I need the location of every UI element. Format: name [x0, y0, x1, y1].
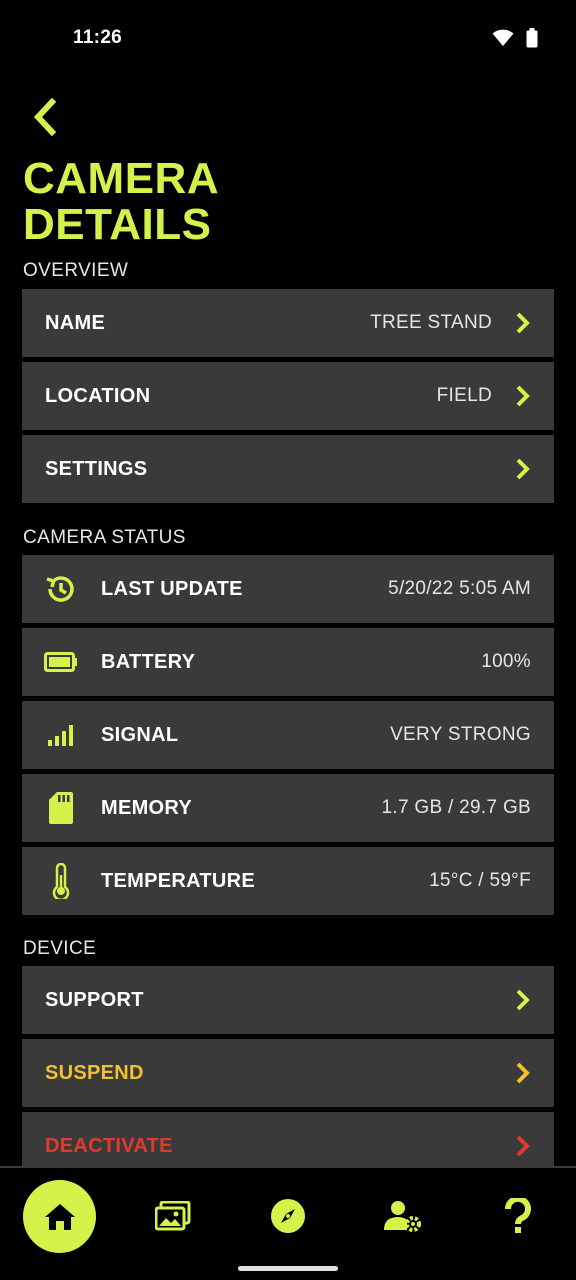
row-label: SUSPEND	[45, 1061, 144, 1084]
status-icons	[492, 28, 538, 48]
row-value: 15°C / 59°F	[429, 870, 531, 891]
status-item-temperature: TEMPERATURE 15°C / 59°F	[22, 847, 554, 915]
chevron-right-icon	[516, 385, 530, 407]
compass-icon	[271, 1199, 305, 1233]
row-label: SUPPORT	[45, 988, 144, 1011]
row-value: VERY STRONG	[390, 724, 531, 745]
bottom-nav	[0, 1166, 576, 1280]
nav-account-settings-button[interactable]	[367, 1180, 439, 1252]
status-bar: 11:26	[0, 0, 576, 78]
row-value: TREE STAND	[370, 312, 492, 333]
chevron-right-icon	[516, 1135, 530, 1157]
chevron-right-icon	[516, 1062, 530, 1084]
row-value: 100%	[481, 651, 531, 672]
device-list: SUPPORT SUSPEND DEACTIVATE	[22, 966, 554, 1185]
chevron-left-icon	[33, 97, 57, 137]
row-label: MEMORY	[101, 796, 193, 819]
row-label: SIGNAL	[101, 723, 179, 746]
page-title-line2: DETAILS	[23, 200, 212, 249]
page-title-line1: CAMERA	[23, 154, 220, 203]
nav-help-button[interactable]	[482, 1180, 554, 1252]
back-button[interactable]	[30, 97, 60, 137]
overview-item-settings[interactable]: SETTINGS	[22, 435, 554, 503]
wifi-icon	[492, 29, 514, 47]
nav-map-button[interactable]	[252, 1180, 324, 1252]
sd-card-icon	[44, 791, 78, 825]
row-value: 5/20/22 5:05 AM	[388, 578, 531, 599]
overview-list: NAME TREE STAND LOCATION FIELD SETTINGS	[22, 289, 554, 508]
device-item-support[interactable]: SUPPORT	[22, 966, 554, 1034]
row-value: FIELD	[436, 385, 492, 406]
chevron-right-icon	[516, 989, 530, 1011]
device-item-suspend[interactable]: SUSPEND	[22, 1039, 554, 1107]
overview-item-location[interactable]: LOCATION FIELD	[22, 362, 554, 430]
section-label-camera-status: CAMERA STATUS	[23, 527, 186, 548]
chevron-right-icon	[516, 312, 530, 334]
row-label: BATTERY	[101, 650, 196, 673]
row-label: SETTINGS	[45, 457, 148, 480]
gallery-icon	[155, 1201, 191, 1231]
thermometer-icon	[44, 863, 78, 899]
help-icon	[505, 1198, 531, 1233]
home-icon	[44, 1203, 75, 1230]
battery-status-icon	[526, 28, 538, 48]
status-item-last-update: LAST UPDATE 5/20/22 5:05 AM	[22, 555, 554, 623]
history-icon	[44, 572, 78, 606]
battery-icon	[44, 645, 78, 679]
row-value: 1.7 GB / 29.7 GB	[381, 797, 531, 818]
nav-gallery-button[interactable]	[137, 1180, 209, 1252]
section-label-device: DEVICE	[23, 938, 97, 959]
user-settings-icon	[384, 1201, 421, 1232]
row-label: NAME	[45, 311, 106, 334]
chevron-right-icon	[516, 458, 530, 480]
camera-status-list: LAST UPDATE 5/20/22 5:05 AM BATTERY 100%…	[22, 555, 554, 920]
nav-home-button[interactable]	[23, 1180, 96, 1253]
row-label: LAST UPDATE	[101, 577, 243, 600]
signal-icon	[44, 718, 78, 752]
section-label-overview: OVERVIEW	[23, 260, 129, 281]
row-label: LOCATION	[45, 384, 151, 407]
overview-item-name[interactable]: NAME TREE STAND	[22, 289, 554, 357]
status-item-battery: BATTERY 100%	[22, 628, 554, 696]
row-label: TEMPERATURE	[101, 869, 256, 892]
page-title: CAMERA DETAILS	[23, 156, 219, 248]
status-time: 11:26	[73, 27, 123, 48]
status-item-memory: MEMORY 1.7 GB / 29.7 GB	[22, 774, 554, 842]
row-label: DEACTIVATE	[45, 1134, 173, 1157]
system-home-indicator[interactable]	[238, 1266, 338, 1271]
status-item-signal: SIGNAL VERY STRONG	[22, 701, 554, 769]
